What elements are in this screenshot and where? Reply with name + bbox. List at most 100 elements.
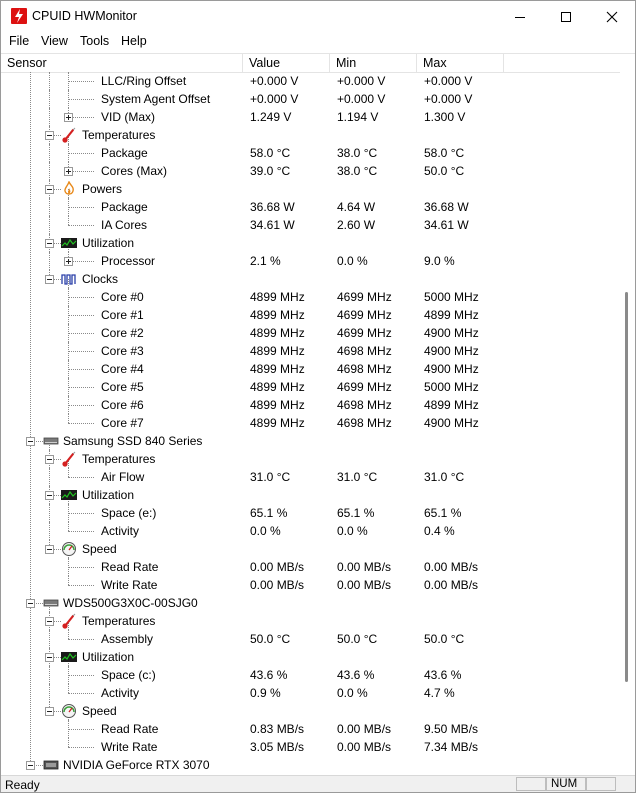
status-bar: Ready NUM (1, 775, 635, 792)
sensor-row[interactable]: Core #5 4899 MHz 4699 MHz 5000 MHz (1, 378, 619, 396)
sensor-group-row[interactable]: Utilization (1, 486, 619, 504)
sensor-group-row[interactable]: Temperatures (1, 612, 619, 630)
sensor-row[interactable]: Activity 0.9 % 0.0 % 4.7 % (1, 684, 619, 702)
vertical-scrollbar[interactable] (620, 72, 635, 775)
tree-connector (68, 693, 94, 694)
menu-bar: File View Tools Help (1, 32, 635, 52)
sensor-row[interactable]: Core #1 4899 MHz 4699 MHz 4899 MHz (1, 306, 619, 324)
tree-guide-line (68, 576, 69, 585)
gpu-card-icon (43, 757, 59, 773)
menu-help[interactable]: Help (121, 34, 147, 48)
collapse-toggle[interactable] (45, 545, 54, 554)
collapse-toggle[interactable] (26, 437, 35, 446)
header-max[interactable]: Max (417, 54, 504, 72)
menu-view[interactable]: View (41, 34, 68, 48)
title-bar[interactable]: CPUID HWMonitor (1, 1, 635, 32)
sensor-max: 31.0 °C (424, 470, 465, 484)
sensor-tree[interactable]: LLC/Ring Offset +0.000 V +0.000 V +0.000 VS… (1, 72, 619, 775)
status-num-indicator: NUM (546, 777, 586, 791)
sensor-row[interactable]: Space (c:) 43.6 % 43.6 % 43.6 % (1, 666, 619, 684)
tree-connector (68, 747, 94, 748)
tree-connector (68, 585, 94, 586)
minimize-button[interactable] (497, 1, 543, 32)
sensor-row[interactable]: Processor 2.1 % 0.0 % 9.0 % (1, 252, 619, 270)
device-row[interactable]: NVIDIA GeForce RTX 3070 (1, 756, 619, 774)
header-value[interactable]: Value (243, 54, 330, 72)
sensor-min: 50.0 °C (337, 632, 378, 646)
menu-tools[interactable]: Tools (80, 34, 109, 48)
collapse-toggle[interactable] (45, 239, 54, 248)
sensor-group-row[interactable]: Speed (1, 540, 619, 558)
collapse-toggle[interactable] (45, 707, 54, 716)
sensor-row[interactable]: Core #0 4899 MHz 4699 MHz 5000 MHz (1, 288, 619, 306)
collapse-toggle[interactable] (26, 761, 35, 770)
sensor-row[interactable]: Core #6 4899 MHz 4698 MHz 4899 MHz (1, 396, 619, 414)
sensor-group-row[interactable]: Speed (1, 702, 619, 720)
collapse-toggle[interactable] (45, 653, 54, 662)
header-sensor[interactable]: Sensor (1, 54, 243, 72)
sensor-row[interactable]: Assembly 50.0 °C 50.0 °C 50.0 °C (1, 630, 619, 648)
thermometer-icon (61, 613, 77, 629)
sensor-row[interactable]: System Agent Offset +0.000 V +0.000 V +0.00… (1, 90, 619, 108)
sensor-row[interactable]: LLC/Ring Offset +0.000 V +0.000 V +0.000 V (1, 72, 619, 90)
close-button[interactable] (589, 1, 635, 32)
collapse-toggle[interactable] (45, 185, 54, 194)
sensor-row[interactable]: IA Cores 34.61 W 2.60 W 34.61 W (1, 216, 619, 234)
node-label: WDS500G3X0C-00SJG0 (63, 596, 198, 610)
collapse-toggle[interactable] (26, 599, 35, 608)
sensor-min: 2.60 W (337, 218, 376, 232)
sensor-row[interactable]: Package 36.68 W 4.64 W 36.68 W (1, 198, 619, 216)
tree-guide-line (49, 522, 50, 540)
sensor-row[interactable]: Write Rate 0.00 MB/s 0.00 MB/s 0.00 MB/s (1, 576, 619, 594)
node-label: NVIDIA GeForce RTX 3070 (63, 758, 210, 772)
sensor-min: 0.0 % (337, 686, 368, 700)
sensor-group-row[interactable]: Temperatures (1, 450, 619, 468)
collapse-toggle[interactable] (45, 131, 54, 140)
expand-toggle[interactable] (64, 257, 73, 266)
sensor-group-row[interactable]: Powers (1, 180, 619, 198)
device-row[interactable]: Samsung SSD 840 Series (1, 432, 619, 450)
collapse-toggle[interactable] (45, 491, 54, 500)
scrollbar-thumb[interactable] (625, 292, 628, 682)
sensor-label: Core #3 (101, 344, 144, 358)
sensor-group-row[interactable]: Clocks (1, 270, 619, 288)
tree-guide-line (68, 522, 69, 531)
header-min[interactable]: Min (330, 54, 417, 72)
sensor-group-row[interactable]: Temperatures (1, 126, 619, 144)
sensor-row[interactable]: Read Rate 0.83 MB/s 0.00 MB/s 9.50 MB/s (1, 720, 619, 738)
window-title: CPUID HWMonitor (32, 9, 137, 23)
sensor-row[interactable]: Write Rate 3.05 MB/s 0.00 MB/s 7.34 MB/s (1, 738, 619, 756)
tree-guide-line (49, 630, 50, 648)
sensor-row[interactable]: Package 58.0 °C 38.0 °C 58.0 °C (1, 144, 619, 162)
collapse-toggle[interactable] (45, 617, 54, 626)
sensor-label: Write Rate (101, 578, 158, 592)
device-row[interactable]: WDS500G3X0C-00SJG0 (1, 594, 619, 612)
utilization-graph-icon (61, 649, 77, 665)
sensor-group-row[interactable]: Utilization (1, 648, 619, 666)
sensor-row[interactable]: VID (Max) 1.249 V 1.194 V 1.300 V (1, 108, 619, 126)
sensor-row[interactable]: Core #4 4899 MHz 4698 MHz 4900 MHz (1, 360, 619, 378)
sensor-min: 0.00 MB/s (337, 578, 392, 592)
sensor-row[interactable]: Space (e:) 65.1 % 65.1 % 65.1 % (1, 504, 619, 522)
sensor-value: 4899 MHz (250, 398, 305, 412)
maximize-button[interactable] (543, 1, 589, 32)
sensor-value: 0.83 MB/s (250, 722, 305, 736)
sensor-min: 0.00 MB/s (337, 722, 392, 736)
sensor-row[interactable]: Cores (Max) 39.0 °C 38.0 °C 50.0 °C (1, 162, 619, 180)
sensor-row[interactable]: Core #7 4899 MHz 4698 MHz 4900 MHz (1, 414, 619, 432)
sensor-label: Air Flow (101, 470, 145, 484)
tree-guide-line (68, 630, 69, 639)
expand-toggle[interactable] (64, 113, 73, 122)
sensor-row[interactable]: Core #3 4899 MHz 4698 MHz 4900 MHz (1, 342, 619, 360)
collapse-toggle[interactable] (45, 275, 54, 284)
sensor-row[interactable]: Air Flow 31.0 °C 31.0 °C 31.0 °C (1, 468, 619, 486)
collapse-toggle[interactable] (45, 455, 54, 464)
expand-toggle[interactable] (64, 167, 73, 176)
menu-file[interactable]: File (9, 34, 29, 48)
sensor-row[interactable]: Core #2 4899 MHz 4699 MHz 4900 MHz (1, 324, 619, 342)
sensor-row[interactable]: Activity 0.0 % 0.0 % 0.4 % (1, 522, 619, 540)
tree-connector (68, 297, 94, 298)
sensor-group-row[interactable]: Utilization (1, 234, 619, 252)
sensor-row[interactable]: Read Rate 0.00 MB/s 0.00 MB/s 0.00 MB/s (1, 558, 619, 576)
tree-guide-line (68, 684, 69, 693)
